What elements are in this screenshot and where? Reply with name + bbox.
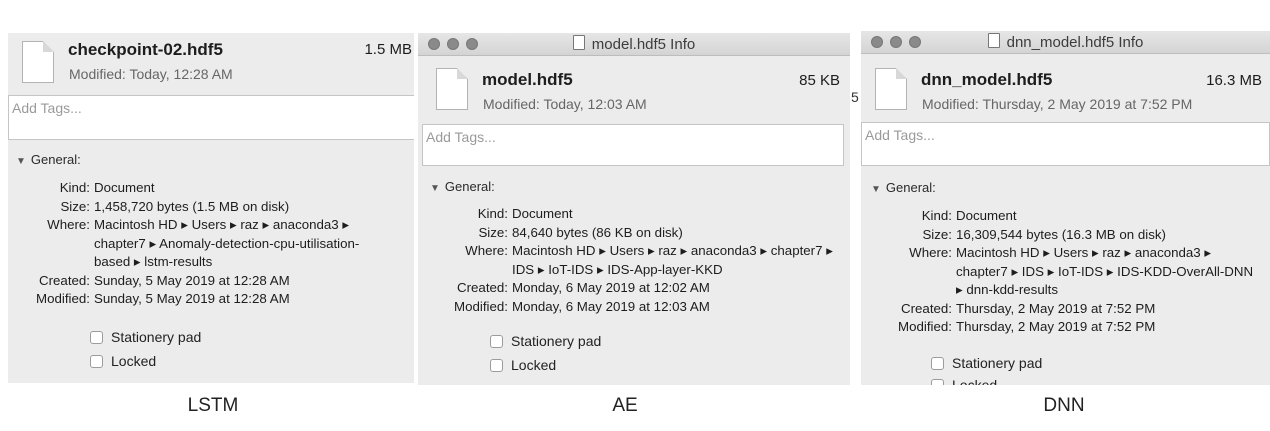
size-value: 1,458,720 bytes (1.5 MB on disk) xyxy=(94,198,290,214)
window-title-text: dnn_model.hdf5 Info xyxy=(1006,34,1144,51)
locked-checkbox[interactable]: Locked xyxy=(490,357,556,373)
where-value: Macintosh HD ▸ Users ▸ raz ▸ anaconda3 ▸… xyxy=(94,217,360,269)
disclosure-triangle-icon: ▼ xyxy=(430,183,440,194)
modified-summary: Modified: Today, 12:28 AM xyxy=(69,66,233,82)
size-value: 84,640 bytes (86 KB on disk) xyxy=(512,224,683,240)
where-label: Where: xyxy=(47,217,90,232)
window-titlebar[interactable]: model.hdf5 Info xyxy=(418,33,850,56)
caption-dnn: DNN xyxy=(1043,395,1085,416)
file-size: 16.3 MB xyxy=(1206,72,1262,89)
stationery-pad-label: Stationery pad xyxy=(511,333,602,349)
info-window-ae: model.hdf5 Info model.hdf5 85 KB Modifie… xyxy=(418,33,850,385)
general-section-label: General: xyxy=(30,152,81,167)
window-title: dnn_model.hdf5 Info xyxy=(861,33,1270,51)
where-label: Where: xyxy=(465,243,508,258)
kind-value: Document xyxy=(512,206,573,221)
checkbox-icon xyxy=(490,334,503,348)
modified-value: Thursday, 2 May 2019 at 7:52 PM xyxy=(956,319,1156,334)
modified-value: Monday, 6 May 2019 at 12:03 AM xyxy=(512,298,710,314)
caption-ae: AE xyxy=(612,395,638,416)
where-label: Where: xyxy=(909,245,952,260)
disclosure-triangle-icon: ▼ xyxy=(871,184,881,195)
general-section-label: General: xyxy=(444,179,495,194)
size-label: Size: xyxy=(922,226,952,242)
kind-value: Document xyxy=(94,180,155,195)
window-title-text: model.hdf5 Info xyxy=(591,36,696,53)
stationery-pad-label: Stationery pad xyxy=(111,329,202,345)
size-label: Size: xyxy=(478,224,508,240)
locked-label: Locked xyxy=(111,353,157,369)
stationery-pad-checkbox[interactable]: Stationery pad xyxy=(931,355,1042,371)
created-label: Created: xyxy=(457,280,508,295)
general-section-toggle[interactable]: ▼ General: xyxy=(430,179,495,194)
caption-lstm: LSTM xyxy=(187,395,239,416)
general-section-toggle[interactable]: ▼ General: xyxy=(16,152,81,167)
document-icon xyxy=(572,35,585,50)
document-icon xyxy=(987,33,1000,48)
created-value: Sunday, 5 May 2019 at 12:28 AM xyxy=(94,272,290,288)
tags-input[interactable]: Add Tags... xyxy=(8,95,414,140)
modified-label: Modified: xyxy=(36,291,90,306)
file-size: 85 KB xyxy=(799,72,840,89)
general-section-toggle[interactable]: ▼ General: xyxy=(871,180,936,195)
checkbox-icon xyxy=(90,354,103,368)
modified-value: Sunday, 5 May 2019 at 12:28 AM xyxy=(94,291,290,306)
file-name: model.hdf5 xyxy=(482,70,573,89)
kind-value: Document xyxy=(956,208,1017,223)
info-window-dnn: dnn_model.hdf5 Info dnn_model.hdf5 16.3 … xyxy=(861,31,1270,385)
modified-label: Modified: xyxy=(454,298,508,314)
info-panel-lstm: checkpoint-02.hdf5 1.5 MB Modified: Toda… xyxy=(8,33,414,383)
stationery-pad-checkbox[interactable]: Stationery pad xyxy=(490,333,601,349)
size-value: 16,309,544 bytes (16.3 MB on disk) xyxy=(956,226,1166,242)
tags-input[interactable]: Add Tags... xyxy=(422,124,844,166)
where-value: Macintosh HD ▸ Users ▸ raz ▸ anaconda3 ▸… xyxy=(956,245,1254,297)
general-info: Kind: Document Size: 84,640 bytes (86 KB o… xyxy=(418,205,846,316)
modified-summary: Modified: Thursday, 2 May 2019 at 7:52 P… xyxy=(922,96,1193,112)
window-titlebar[interactable]: dnn_model.hdf5 Info xyxy=(861,31,1270,54)
document-icon xyxy=(875,68,907,110)
stationery-pad-label: Stationery pad xyxy=(952,355,1043,371)
created-value: Thursday, 2 May 2019 at 7:52 PM xyxy=(956,300,1156,316)
document-icon xyxy=(436,68,468,110)
locked-label: Locked xyxy=(952,377,998,385)
created-label: Created: xyxy=(39,272,90,288)
kind-label: Kind: xyxy=(59,180,90,195)
disclosure-triangle-icon: ▼ xyxy=(16,156,26,167)
checkbox-icon xyxy=(931,356,944,370)
file-name: dnn_model.hdf5 xyxy=(921,70,1053,89)
general-info: Kind: Document Size: 16,309,544 bytes (16.… xyxy=(861,207,1266,337)
background-window-fragment: 5 xyxy=(851,89,859,105)
general-section-label: General: xyxy=(885,180,936,195)
general-info: Kind: Document Size: 1,458,720 bytes (1.5 … xyxy=(8,179,408,309)
modified-summary: Modified: Today, 12:03 AM xyxy=(483,96,647,112)
checkbox-icon xyxy=(931,378,944,385)
locked-checkbox[interactable]: Locked xyxy=(90,353,156,369)
file-size: 1.5 MB xyxy=(364,41,412,58)
stationery-pad-checkbox[interactable]: Stationery pad xyxy=(90,329,201,345)
checkbox-icon xyxy=(490,358,503,372)
tags-input[interactable]: Add Tags... xyxy=(861,122,1270,166)
where-value: Macintosh HD ▸ Users ▸ raz ▸ anaconda3 ▸… xyxy=(512,243,833,277)
kind-label: Kind: xyxy=(921,208,952,223)
size-label: Size: xyxy=(60,198,90,214)
file-name: checkpoint-02.hdf5 xyxy=(68,40,223,59)
locked-checkbox[interactable]: Locked xyxy=(931,377,997,385)
modified-label: Modified: xyxy=(898,319,952,334)
document-icon xyxy=(22,41,54,83)
kind-label: Kind: xyxy=(477,206,508,221)
locked-label: Locked xyxy=(511,357,557,373)
checkbox-icon xyxy=(90,330,103,344)
window-title: model.hdf5 Info xyxy=(418,35,850,53)
created-value: Monday, 6 May 2019 at 12:02 AM xyxy=(512,280,710,295)
created-label: Created: xyxy=(901,300,952,316)
